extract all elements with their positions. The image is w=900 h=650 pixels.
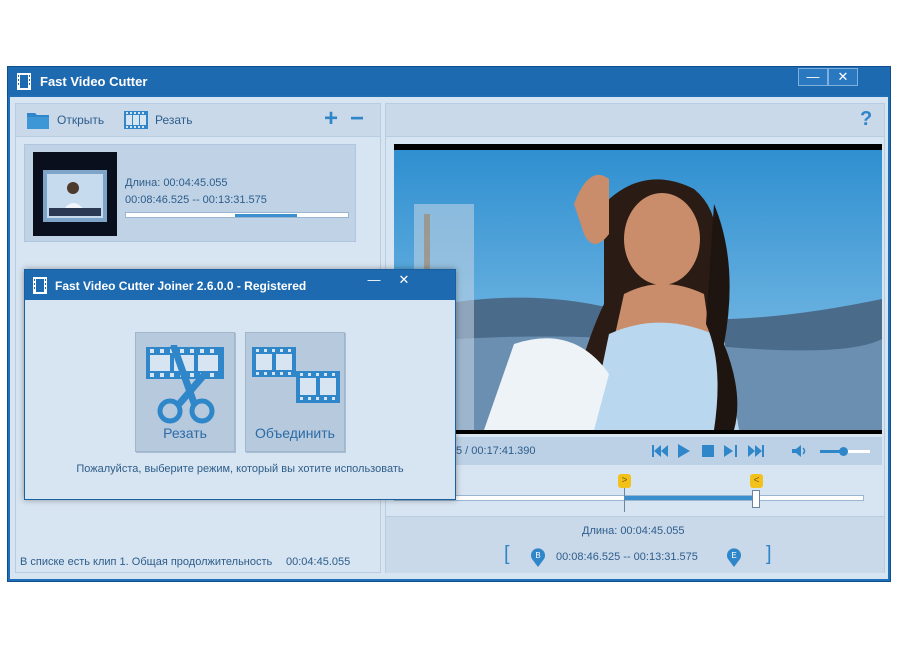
minimize-button[interactable]: — bbox=[798, 68, 828, 86]
open-label: Открыть bbox=[57, 113, 105, 127]
volume-slider[interactable] bbox=[820, 447, 870, 456]
status-text: В списке есть клип 1. Общая продолжитель… bbox=[20, 556, 273, 568]
start-marker-line bbox=[624, 488, 625, 512]
mode-dialog: Fast Video Cutter Joiner 2.6.0.0 - Regis… bbox=[24, 269, 456, 500]
clip-item[interactable]: Длина: 00:04:45.055 00:08:46.525 -- 00:1… bbox=[24, 144, 356, 242]
play-icon[interactable] bbox=[678, 444, 690, 458]
open-button[interactable]: Открыть bbox=[26, 110, 104, 130]
selection-info: Длина: 00:04:45.055 [ B 00:08:46.525 -- … bbox=[386, 516, 884, 573]
timeline-track[interactable] bbox=[394, 495, 864, 501]
status-bar: В списке есть клип 1. Общая продолжитель… bbox=[16, 554, 380, 572]
player-time: 5 / 00:17:41.390 bbox=[456, 445, 536, 457]
bracket-open: [ bbox=[504, 543, 510, 565]
cut-label: Резать bbox=[155, 113, 193, 127]
timeline-selection bbox=[625, 496, 757, 500]
forward-icon[interactable] bbox=[724, 444, 738, 458]
join-mode-label: Объединить bbox=[255, 425, 335, 441]
video-preview[interactable] bbox=[394, 144, 882, 434]
end-pin-label: E bbox=[731, 551, 736, 560]
status-total: 00:04:45.055 bbox=[286, 556, 351, 568]
film-strip-icon bbox=[124, 111, 148, 129]
dialog-title-bar: Fast Video Cutter Joiner 2.6.0.0 - Regis… bbox=[25, 270, 455, 300]
title-bar: Fast Video Cutter — ✕ bbox=[8, 67, 890, 95]
clip-progress bbox=[125, 212, 349, 218]
dialog-minimize-button[interactable]: — bbox=[359, 272, 389, 290]
dialog-title: Fast Video Cutter Joiner 2.6.0.0 - Regis… bbox=[55, 279, 307, 293]
left-toolbar: Открыть Резать + − bbox=[16, 104, 380, 137]
volume-icon[interactable] bbox=[792, 445, 808, 457]
timeline[interactable]: > < bbox=[394, 472, 882, 516]
next-icon[interactable] bbox=[748, 444, 764, 458]
right-toolbar: ? bbox=[386, 104, 884, 137]
plus-icon[interactable]: + bbox=[324, 107, 338, 131]
cut-toolbar-button[interactable]: Резать bbox=[124, 110, 193, 130]
clip-thumbnail bbox=[33, 152, 117, 236]
cut-mode-label: Резать bbox=[163, 425, 207, 441]
join-mode-button[interactable]: Объединить bbox=[245, 332, 345, 452]
scissors-icon bbox=[146, 345, 224, 424]
dialog-close-button[interactable]: ✕ bbox=[389, 272, 419, 290]
bracket-close: ] bbox=[766, 543, 772, 565]
window-title: Fast Video Cutter bbox=[40, 74, 148, 89]
end-pin-icon[interactable]: E bbox=[726, 547, 742, 567]
folder-icon bbox=[27, 113, 49, 129]
selection-range: 00:08:46.525 -- 00:13:31.575 bbox=[556, 551, 698, 563]
join-icon bbox=[252, 347, 340, 403]
minus-icon[interactable]: − bbox=[350, 107, 364, 131]
film-icon bbox=[33, 277, 47, 294]
film-icon bbox=[17, 73, 31, 90]
end-marker[interactable]: < bbox=[750, 474, 763, 488]
close-button[interactable]: ✕ bbox=[828, 68, 858, 86]
player-pane: ? 5 / 00:17:41.390 > < Длина: 00:04:45.0… bbox=[385, 103, 885, 573]
dialog-hint: Пожалуйста, выберите режим, который вы х… bbox=[76, 463, 404, 475]
stop-icon[interactable] bbox=[702, 445, 714, 457]
clip-duration: Длина: 00:04:45.055 bbox=[125, 177, 228, 189]
clip-progress-fill bbox=[235, 214, 297, 217]
cut-mode-button[interactable]: Резать bbox=[135, 332, 235, 452]
clip-range: 00:08:46.525 -- 00:13:31.575 bbox=[125, 194, 267, 206]
begin-pin-icon[interactable]: B bbox=[530, 547, 546, 567]
rewind-icon[interactable] bbox=[652, 444, 668, 458]
begin-pin-label: B bbox=[535, 551, 540, 560]
volume-knob[interactable] bbox=[839, 447, 848, 456]
start-marker[interactable]: > bbox=[618, 474, 631, 488]
video-frame bbox=[394, 144, 882, 434]
timeline-thumb[interactable] bbox=[752, 490, 760, 508]
selection-duration: Длина: 00:04:45.055 bbox=[582, 525, 685, 537]
help-icon[interactable]: ? bbox=[860, 108, 872, 131]
player-controls: 5 / 00:17:41.390 bbox=[394, 437, 882, 465]
